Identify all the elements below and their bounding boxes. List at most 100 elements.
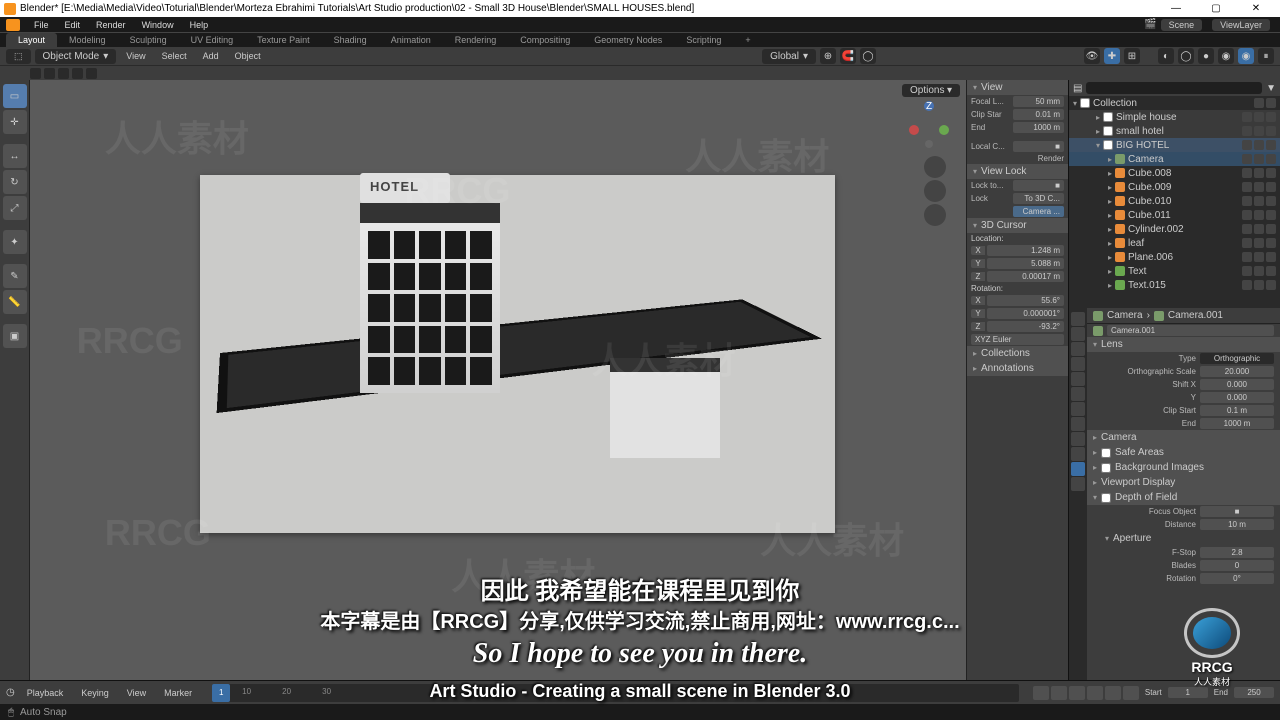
- timeline-view-menu[interactable]: View: [121, 688, 152, 698]
- select-extend-icon[interactable]: [30, 68, 41, 79]
- 3d-viewport[interactable]: Options ▾ Z HOTEL 人人素材 R: [30, 80, 966, 680]
- menu-help[interactable]: Help: [182, 18, 217, 32]
- cursor-ry[interactable]: 0.000001°: [987, 308, 1064, 319]
- safe-areas-panel-header[interactable]: ▸ Safe Areas: [1087, 445, 1280, 460]
- editor-type-icon[interactable]: ◷: [6, 687, 15, 698]
- outliner-item-text-015[interactable]: ▸Text.015: [1069, 278, 1280, 292]
- outliner-item-cube-011[interactable]: ▸Cube.011: [1069, 208, 1280, 222]
- timeline-keying-menu[interactable]: Keying: [75, 688, 115, 698]
- timeline-marker-menu[interactable]: Marker: [158, 688, 198, 698]
- timeline-track[interactable]: 1 10 20 30: [212, 684, 1019, 702]
- select-intersect-icon[interactable]: [72, 68, 83, 79]
- output-properties-tab[interactable]: [1071, 327, 1085, 341]
- view-lock-header[interactable]: ▾View Lock: [967, 164, 1068, 179]
- jump-end-button[interactable]: [1123, 686, 1139, 700]
- clipstart-value[interactable]: 0.1 m: [1200, 405, 1274, 416]
- material-properties-tab[interactable]: [1071, 477, 1085, 491]
- move-tool[interactable]: ↔: [3, 144, 27, 168]
- modifier-properties-tab[interactable]: [1071, 402, 1085, 416]
- breadcrumb-obj[interactable]: Camera: [1107, 310, 1143, 321]
- shading-wire-icon[interactable]: ◯: [1178, 48, 1194, 64]
- pan-view-icon[interactable]: [924, 156, 946, 178]
- tab-scripting[interactable]: Scripting: [674, 33, 733, 47]
- viewlayer-properties-tab[interactable]: [1071, 342, 1085, 356]
- focus-object-field[interactable]: ■: [1200, 506, 1274, 517]
- outliner-item-plane-006[interactable]: ▸Plane.006: [1069, 250, 1280, 264]
- breadcrumb-data[interactable]: Camera.001: [1168, 310, 1223, 321]
- clip-start-value[interactable]: 0.01 m: [1013, 109, 1064, 120]
- bg-images-checkbox[interactable]: [1101, 463, 1111, 473]
- lockto-value[interactable]: ■: [1013, 180, 1064, 191]
- outliner-item-leaf[interactable]: ▸leaf: [1069, 236, 1280, 250]
- timeline-playback-menu[interactable]: Playback: [21, 688, 70, 698]
- physics-properties-tab[interactable]: [1071, 432, 1085, 446]
- transform-tool[interactable]: ✦: [3, 230, 27, 254]
- rotation-mode-dropdown[interactable]: XYZ Euler: [971, 334, 1064, 345]
- focal-value[interactable]: 50 mm: [1013, 96, 1064, 107]
- object-properties-tab[interactable]: [1071, 387, 1085, 401]
- header-add[interactable]: Add: [197, 49, 225, 63]
- navigation-gizmo[interactable]: Z: [904, 98, 954, 148]
- menu-file[interactable]: File: [26, 18, 57, 32]
- particles-properties-tab[interactable]: [1071, 417, 1085, 431]
- visibility-icon[interactable]: 👁: [1084, 48, 1100, 64]
- dof-checkbox[interactable]: [1101, 493, 1111, 503]
- menu-edit[interactable]: Edit: [57, 18, 89, 32]
- overlay-toggle-icon[interactable]: ⊞: [1124, 48, 1140, 64]
- outliner-root[interactable]: ▾Collection: [1069, 96, 1280, 110]
- maximize-button[interactable]: ▢: [1196, 0, 1236, 17]
- shading-material-icon[interactable]: ◉: [1218, 48, 1234, 64]
- tab-shading[interactable]: Shading: [322, 33, 379, 47]
- tab-add[interactable]: +: [733, 33, 762, 47]
- end-frame-input[interactable]: 250: [1234, 687, 1274, 698]
- jump-start-button[interactable]: [1033, 686, 1049, 700]
- minimize-button[interactable]: —: [1156, 0, 1196, 17]
- header-object[interactable]: Object: [229, 49, 267, 63]
- outliner-item-camera[interactable]: ▸Camera: [1069, 152, 1280, 166]
- select-new-icon[interactable]: [86, 68, 97, 79]
- tab-layout[interactable]: Layout: [6, 33, 57, 47]
- zoom-view-icon[interactable]: [924, 180, 946, 202]
- start-frame-input[interactable]: 1: [1168, 687, 1208, 698]
- orientation-dropdown[interactable]: Global ▾: [762, 49, 816, 64]
- tab-animation[interactable]: Animation: [379, 33, 443, 47]
- aperture-rotation-value[interactable]: 0°: [1200, 573, 1274, 584]
- header-view[interactable]: View: [120, 49, 151, 63]
- tab-sculpting[interactable]: Sculpting: [118, 33, 179, 47]
- tab-compositing[interactable]: Compositing: [508, 33, 582, 47]
- outliner-item-cube-010[interactable]: ▸Cube.010: [1069, 194, 1280, 208]
- viewlayer-selector[interactable]: ViewLayer: [1212, 19, 1270, 31]
- lens-type-dropdown[interactable]: Orthographic: [1200, 353, 1274, 364]
- distance-value[interactable]: 10 m: [1200, 519, 1274, 530]
- scene-properties-tab[interactable]: [1071, 357, 1085, 371]
- add-cube-tool[interactable]: ▣: [3, 324, 27, 348]
- options-dropdown[interactable]: Options ▾: [902, 84, 960, 97]
- tab-texture-paint[interactable]: Texture Paint: [245, 33, 322, 47]
- select-subtract-icon[interactable]: [44, 68, 55, 79]
- snap-icon[interactable]: 🧲: [840, 48, 856, 64]
- tab-geometry-nodes[interactable]: Geometry Nodes: [582, 33, 674, 47]
- constraints-properties-tab[interactable]: [1071, 447, 1085, 461]
- cursor-x[interactable]: 1.248 m: [987, 245, 1064, 256]
- xray-icon[interactable]: ◐: [1158, 48, 1174, 64]
- shifty-value[interactable]: 0.000: [1200, 392, 1274, 403]
- outliner-item-cube-009[interactable]: ▸Cube.009: [1069, 180, 1280, 194]
- editor-type-icon[interactable]: ▤: [1073, 83, 1082, 94]
- scene-selector[interactable]: 🎬 Scene: [1144, 19, 1202, 31]
- select-box-tool[interactable]: ▭: [3, 84, 27, 108]
- cursor-z[interactable]: 0.00017 m: [987, 271, 1064, 282]
- menu-window[interactable]: Window: [134, 18, 182, 32]
- 3d-cursor-header[interactable]: ▾3D Cursor: [967, 218, 1068, 233]
- ortho-scale-value[interactable]: 20.000: [1200, 366, 1274, 377]
- prev-keyframe-button[interactable]: [1051, 686, 1067, 700]
- shading-solid-icon[interactable]: ●: [1198, 48, 1214, 64]
- annotate-tool[interactable]: ✎: [3, 264, 27, 288]
- close-button[interactable]: ✕: [1236, 0, 1276, 17]
- annotations-panel-header[interactable]: ▸Annotations: [967, 361, 1068, 376]
- view-panel-header[interactable]: ▾View: [967, 80, 1068, 95]
- pivot-icon[interactable]: ⊕: [820, 48, 836, 64]
- shading-render-icon[interactable]: ◉: [1238, 48, 1254, 64]
- collections-panel-header[interactable]: ▸Collections: [967, 346, 1068, 361]
- cursor-rx[interactable]: 55.6°: [987, 295, 1064, 306]
- aperture-panel-header[interactable]: ▾Aperture: [1087, 531, 1280, 546]
